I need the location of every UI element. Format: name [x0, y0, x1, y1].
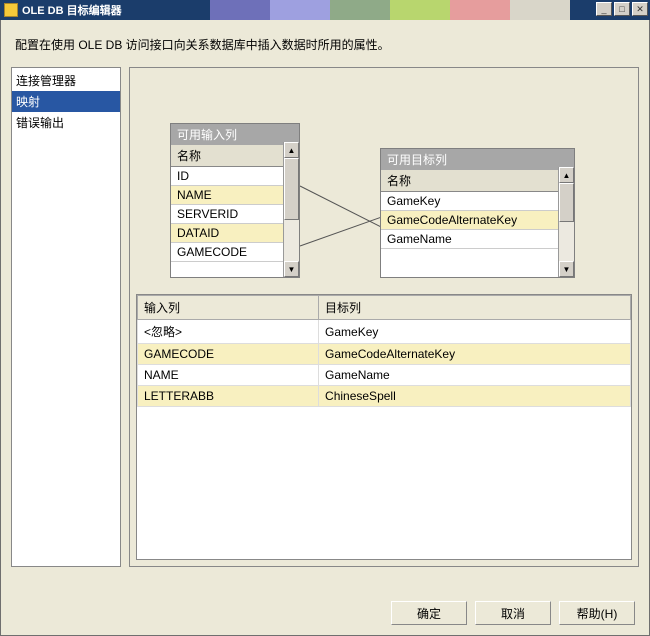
input-box-title: 可用输入列	[171, 124, 299, 145]
table-row: GAMECODE GameCodeAlternateKey	[138, 344, 631, 365]
maximize-button[interactable]: □	[614, 2, 630, 16]
input-row[interactable]: GAMECODE	[171, 243, 299, 262]
map-out[interactable]: GameKey	[319, 320, 631, 344]
input-box-header: 名称	[171, 145, 299, 167]
window-body: 配置在使用 OLE DB 访问接口向关系数据库中插入数据时所用的属性。 连接管理…	[0, 20, 650, 636]
scroll-up-icon[interactable]: ▲	[559, 167, 574, 183]
help-button[interactable]: 帮助(H)	[559, 601, 635, 625]
map-out[interactable]: GameCodeAlternateKey	[319, 344, 631, 365]
nav-item-error-output[interactable]: 错误输出	[12, 112, 120, 133]
table-row: LETTERABB ChineseSpell	[138, 386, 631, 407]
map-in[interactable]: NAME	[138, 365, 319, 386]
mapping-panel: 可用输入列 名称 ID NAME SERVERID DATAID GAMECOD…	[129, 67, 639, 567]
target-row[interactable]: GameName	[381, 230, 574, 249]
target-row[interactable]: GameKey	[381, 192, 574, 211]
description-text: 配置在使用 OLE DB 访问接口向关系数据库中插入数据时所用的属性。	[15, 36, 635, 53]
title-rainbow	[210, 0, 570, 20]
mapping-canvas: 可用输入列 名称 ID NAME SERVERID DATAID GAMECOD…	[130, 68, 638, 288]
dialog-buttons: 确定 取消 帮助(H)	[391, 601, 635, 625]
map-in[interactable]: LETTERABB	[138, 386, 319, 407]
map-in[interactable]: GAMECODE	[138, 344, 319, 365]
map-out[interactable]: GameName	[319, 365, 631, 386]
input-row[interactable]: ID	[171, 167, 299, 186]
nav-item-mapping[interactable]: 映射	[12, 91, 120, 112]
table-row: NAME GameName	[138, 365, 631, 386]
target-row[interactable]: GameCodeAlternateKey	[381, 211, 574, 230]
close-button[interactable]: ✕	[632, 2, 648, 16]
minimize-button[interactable]: _	[596, 2, 612, 16]
map-col-input[interactable]: 输入列	[138, 296, 319, 320]
scroll-down-icon[interactable]: ▼	[284, 261, 299, 277]
app-icon	[4, 3, 18, 17]
map-out[interactable]: ChineseSpell	[319, 386, 631, 407]
scroll-down-icon[interactable]: ▼	[559, 261, 574, 277]
window-title: OLE DB 目标编辑器	[22, 2, 122, 18]
ok-button[interactable]: 确定	[391, 601, 467, 625]
target-scrollbar[interactable]: ▲ ▼	[558, 167, 574, 277]
map-col-target[interactable]: 目标列	[319, 296, 631, 320]
nav-list: 连接管理器 映射 错误输出	[11, 67, 121, 567]
input-row[interactable]: SERVERID	[171, 205, 299, 224]
input-row[interactable]: DATAID	[171, 224, 299, 243]
mapping-table-wrap: 输入列 目标列 <忽略> GameKey GAMECODE GameCodeAl…	[136, 294, 632, 560]
nav-item-connection[interactable]: 连接管理器	[12, 70, 120, 91]
window-controls: _ □ ✕	[594, 2, 648, 16]
target-box-list: GameKey GameCodeAlternateKey GameName	[381, 192, 574, 249]
input-row[interactable]: NAME	[171, 186, 299, 205]
target-box-title: 可用目标列	[381, 149, 574, 170]
input-columns-box[interactable]: 可用输入列 名称 ID NAME SERVERID DATAID GAMECOD…	[170, 123, 300, 278]
table-row: <忽略> GameKey	[138, 320, 631, 344]
input-box-list: ID NAME SERVERID DATAID GAMECODE	[171, 167, 299, 262]
target-box-header: 名称	[381, 170, 574, 192]
scroll-up-icon[interactable]: ▲	[284, 142, 299, 158]
mapping-table[interactable]: 输入列 目标列 <忽略> GameKey GAMECODE GameCodeAl…	[137, 295, 631, 407]
input-scrollbar[interactable]: ▲ ▼	[283, 142, 299, 277]
titlebar: OLE DB 目标编辑器 _ □ ✕	[0, 0, 650, 20]
map-in[interactable]: <忽略>	[138, 320, 319, 344]
target-columns-box[interactable]: 可用目标列 名称 GameKey GameCodeAlternateKey Ga…	[380, 148, 575, 278]
cancel-button[interactable]: 取消	[475, 601, 551, 625]
